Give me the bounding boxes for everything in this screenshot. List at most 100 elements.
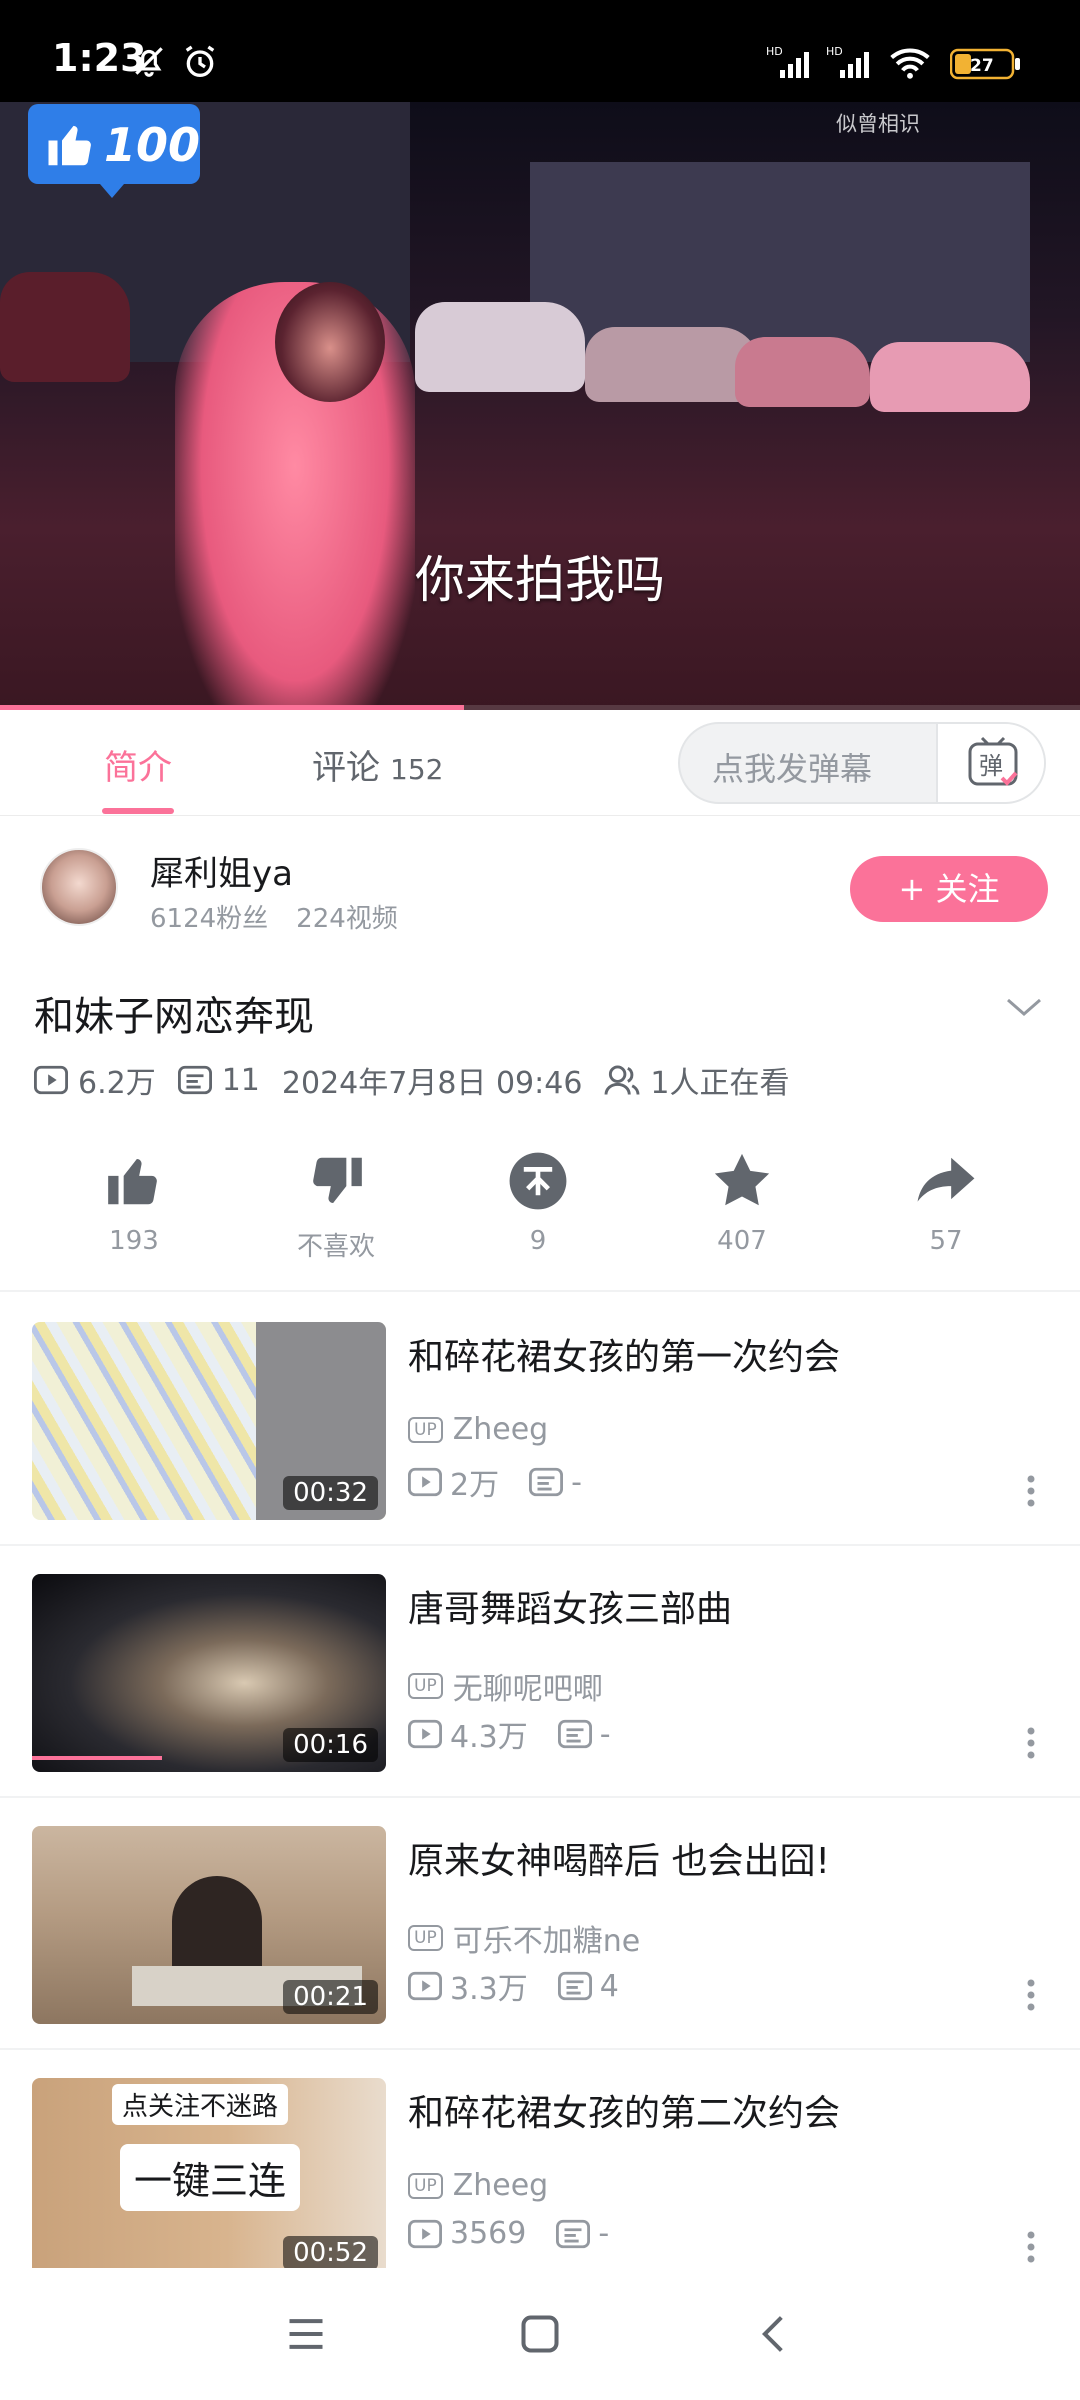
- danmaku-input[interactable]: 点我发弹幕 弹: [678, 722, 1046, 804]
- up-badge-icon: UP: [408, 1416, 443, 1443]
- rec-stats: 3.3万 4: [408, 1964, 649, 2008]
- video-thumbnail[interactable]: 点关注不迷路 一键三连 00:52: [32, 2078, 386, 2268]
- car: [415, 302, 585, 392]
- people-watching-icon: [604, 1065, 640, 1095]
- hd-signal-icon: HD: [826, 44, 878, 84]
- rec-stats: 2万 -: [408, 1460, 612, 1504]
- list-item[interactable]: 00:32 和碎花裙女孩的第一次约会 UP Zheeg 2万 -: [0, 1294, 1080, 1546]
- tab-active-indicator: [102, 808, 174, 814]
- bell-off-icon: [130, 42, 168, 84]
- status-bar: 1:23 HD HD 27: [0, 0, 1080, 102]
- share-count: 57: [929, 1226, 963, 1256]
- more-options-icon[interactable]: [1026, 1474, 1036, 1512]
- action-row: 193 不喜欢 9 407 57: [0, 1150, 1080, 1292]
- thumbs-up-icon: [44, 118, 98, 176]
- list-item[interactable]: 点关注不迷路 一键三连 00:52 和碎花裙女孩的第二次约会 UP Zheeg 3…: [0, 2050, 1080, 2268]
- car: [0, 272, 130, 382]
- thumb-caption: 一键三连: [120, 2144, 301, 2211]
- tab-comments-count: 152: [390, 753, 444, 786]
- thumb-progress: [32, 1756, 162, 1760]
- danmaku-icon: 弹: [968, 736, 1018, 786]
- uploader-fans: 6124粉丝: [150, 904, 269, 934]
- car: [870, 342, 1030, 412]
- rec-title: 唐哥舞蹈女孩三部曲: [408, 1589, 733, 1630]
- rec-title: 和碎花裙女孩的第一次约会: [408, 1337, 841, 1378]
- more-options-icon[interactable]: [1026, 2230, 1036, 2268]
- alarm-icon: [180, 42, 220, 86]
- svg-text:HD: HD: [826, 45, 843, 58]
- rec-stats: 3569 -: [408, 2216, 639, 2251]
- back-icon[interactable]: [752, 2312, 796, 2360]
- video-watermark: 似曾相识: [836, 112, 920, 136]
- car: [585, 327, 760, 402]
- coin-icon: [509, 1152, 567, 1210]
- video-meta: 6.2万 11 2024年7月8日 09:46 1人正在看: [34, 1058, 812, 1102]
- play-count-icon: [34, 1065, 68, 1095]
- rec-stats: 4.3万 -: [408, 1712, 641, 1756]
- rec-uploader[interactable]: UP Zheeg: [408, 2168, 548, 2203]
- video-duration: 00:52: [283, 2236, 378, 2268]
- favorite-count: 407: [717, 1226, 767, 1256]
- coin-button[interactable]: 9: [458, 1150, 618, 1256]
- danmaku-count-icon: [557, 1719, 592, 1749]
- star-icon: [714, 1153, 770, 1206]
- up-badge-icon: UP: [408, 1673, 443, 1699]
- rec-uploader[interactable]: UP 可乐不加糖ne: [408, 1916, 640, 1960]
- up-badge-icon: UP: [408, 2172, 443, 2199]
- more-options-icon[interactable]: [1026, 1978, 1036, 2016]
- favorite-button[interactable]: 407: [662, 1150, 822, 1256]
- coin-count: 9: [529, 1226, 547, 1256]
- thumb-caption: 点关注不迷路: [112, 2084, 289, 2125]
- hd-signal-icon: HD: [766, 44, 818, 84]
- share-icon: [917, 1157, 975, 1202]
- like-badge-number: 100: [104, 118, 201, 172]
- video-thumbnail[interactable]: 00:16: [32, 1574, 386, 1772]
- svg-text:弹: 弹: [979, 752, 1003, 780]
- rec-uploader[interactable]: UP 无聊呢吧唧: [408, 1664, 603, 1708]
- rec-uploader[interactable]: UP Zheeg: [408, 1412, 548, 1447]
- uploader-name[interactable]: 犀利姐ya: [150, 846, 293, 895]
- dislike-icon: [313, 1157, 362, 1203]
- rec-title: 和碎花裙女孩的第二次约会: [408, 2093, 841, 2134]
- video-duration: 00:21: [283, 1980, 378, 2014]
- menu-icon[interactable]: [284, 2312, 328, 2360]
- video-duration: 00:32: [283, 1476, 378, 1510]
- like-count: 193: [109, 1226, 159, 1256]
- danmaku-count-icon: [529, 1467, 564, 1497]
- car: [735, 337, 870, 407]
- video-thumbnail[interactable]: 00:32: [32, 1322, 386, 1520]
- list-item[interactable]: 00:21 原来女神喝醉后 也会出囧! UP 可乐不加糖ne 3.3万 4: [0, 1798, 1080, 2050]
- video-thumbnail[interactable]: 00:21: [32, 1826, 386, 2024]
- wifi-icon: [888, 46, 932, 84]
- like-button[interactable]: 193: [54, 1150, 214, 1256]
- uploader-avatar[interactable]: [40, 848, 118, 926]
- play-count-icon: [408, 1971, 442, 2001]
- dislike-button[interactable]: 不喜欢: [256, 1150, 416, 1263]
- chevron-down-icon[interactable]: [1004, 992, 1044, 1026]
- like-icon: [108, 1159, 157, 1205]
- share-button[interactable]: 57: [866, 1150, 1026, 1256]
- system-nav-bar: [0, 2268, 1080, 2400]
- more-options-icon[interactable]: [1026, 1726, 1036, 1764]
- play-count-icon: [408, 2219, 442, 2248]
- follow-button[interactable]: + 关注: [850, 856, 1048, 922]
- dislike-label: 不喜欢: [296, 1232, 375, 1262]
- video-player[interactable]: 你来拍我吗 似曾相识: [0, 102, 1080, 710]
- publish-date: 2024年7月8日 09:46: [281, 1066, 583, 1101]
- battery-icon: 27: [949, 48, 1022, 84]
- svg-text:27: 27: [970, 56, 994, 76]
- video-title: 和妹子网恋奔现: [34, 994, 314, 1040]
- danmaku-count-icon: [177, 1065, 212, 1095]
- up-badge-icon: UP: [408, 1925, 443, 1951]
- home-icon[interactable]: [518, 2312, 562, 2360]
- danmaku-placeholder: 点我发弹幕: [712, 750, 873, 788]
- tab-intro[interactable]: 简介: [104, 740, 172, 789]
- tab-comments[interactable]: 评论 152: [312, 740, 443, 789]
- uploader-stats: 6124粉丝 224视频: [150, 898, 398, 935]
- list-item[interactable]: 00:16 唐哥舞蹈女孩三部曲 UP 无聊呢吧唧 4.3万 -: [0, 1546, 1080, 1798]
- badge-tail: [100, 184, 124, 198]
- danmaku-count-icon: [557, 1971, 592, 2001]
- uploader-card: 犀利姐ya 6124粉丝 224视频 + 关注: [0, 816, 1080, 956]
- danmaku-toggle-button[interactable]: 弹: [936, 724, 1044, 802]
- play-count-icon: [408, 1719, 442, 1749]
